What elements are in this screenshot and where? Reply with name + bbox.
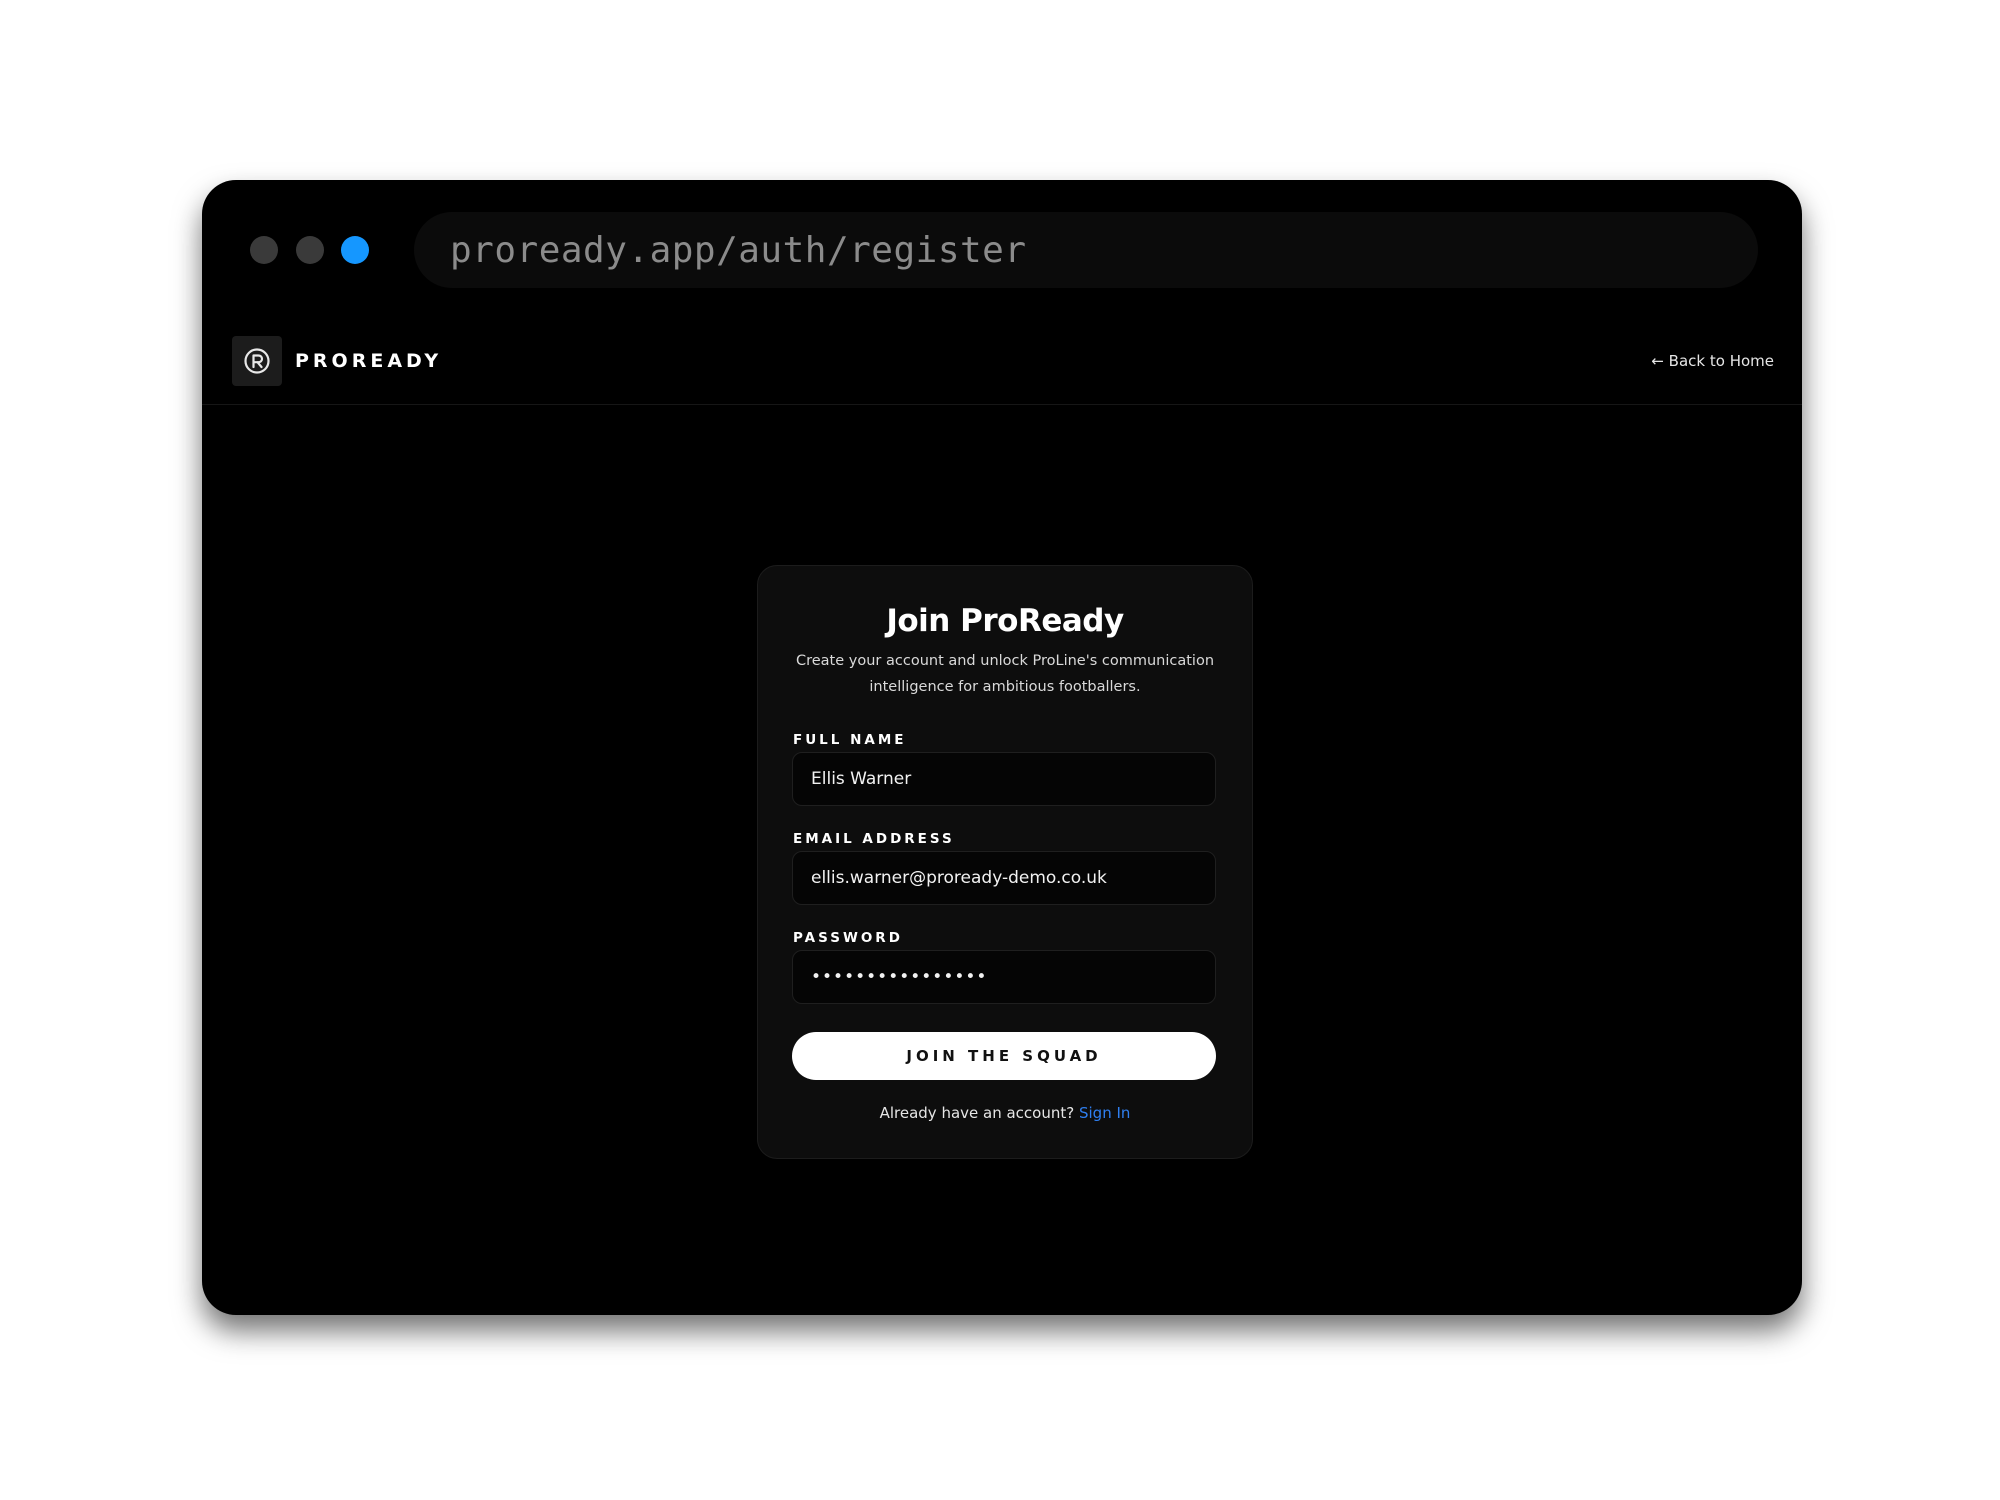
brand-name[interactable]: PROREADY — [295, 344, 442, 378]
logo-mark-svg — [244, 348, 270, 374]
password-input[interactable] — [792, 950, 1216, 1004]
signin-prompt: Already have an account? — [879, 1104, 1079, 1122]
page-subtitle: Create your account and unlock ProLine's… — [795, 653, 1215, 695]
full-name-input[interactable] — [792, 752, 1216, 806]
back-to-home-link[interactable]: ← Back to Home — [1651, 348, 1774, 374]
join-the-squad-button[interactable]: JOIN THE SQUAD — [792, 1032, 1216, 1080]
window-close-button[interactable] — [250, 236, 278, 264]
address-bar[interactable]: proready.app/auth/register — [414, 212, 1758, 288]
email-input[interactable] — [792, 851, 1216, 905]
password-label: PASSWORD — [793, 930, 903, 946]
address-bar-url: proready.app/auth/register — [450, 229, 1027, 271]
proready-logo-icon[interactable] — [232, 336, 282, 386]
window-minimize-button[interactable] — [296, 236, 324, 264]
sign-in-link[interactable]: Sign In — [1079, 1104, 1130, 1122]
page-title: Join ProReady — [886, 603, 1124, 639]
email-label: EMAIL ADDRESS — [793, 831, 955, 847]
full-name-label: FULL NAME — [793, 732, 907, 748]
window-maximize-button[interactable] — [341, 236, 369, 264]
signin-row: Already have an account? Sign In — [757, 1100, 1253, 1126]
